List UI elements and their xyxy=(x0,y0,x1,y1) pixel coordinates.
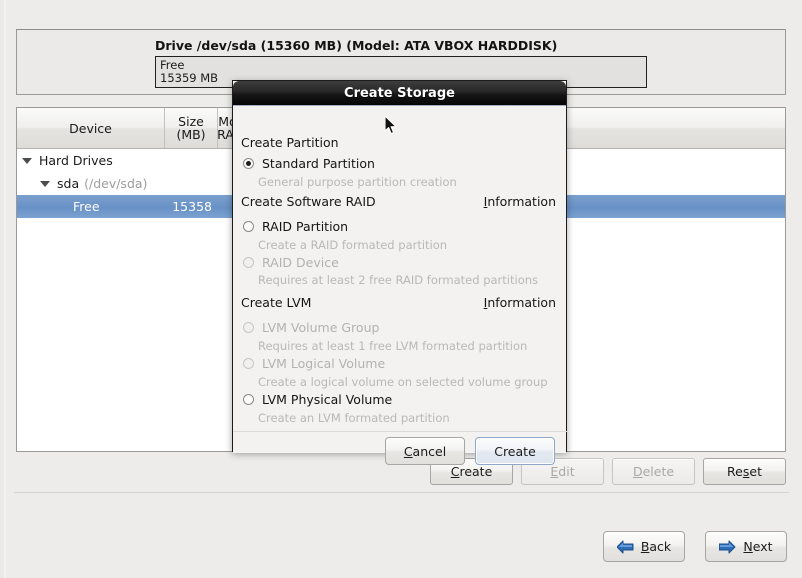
section-heading-create-partition: Create Partition xyxy=(241,135,339,150)
delete-mnemonic: D xyxy=(632,464,643,479)
radio-button-icon[interactable] xyxy=(243,221,254,232)
section-heading-create-raid: Create Software RAID xyxy=(241,194,376,209)
reset-mnemonic: s xyxy=(742,464,750,479)
radio-button-icon[interactable] xyxy=(243,158,254,169)
column-header-device[interactable]: Device xyxy=(17,108,165,148)
device-cell: Free xyxy=(17,199,165,214)
dialog-create-label: Create xyxy=(494,443,536,459)
option-description: Create a RAID formated partition xyxy=(258,238,448,252)
dialog-cancel-label: ancel xyxy=(412,443,447,459)
dialog-body: Create Partition Standard Partition Gene… xyxy=(233,106,568,465)
option-description: Requires at least 2 free RAID formated p… xyxy=(258,273,539,287)
radio-button-icon xyxy=(243,257,254,268)
drive-segment-size: 15359 MB xyxy=(160,71,219,85)
radio-button-icon xyxy=(243,358,254,369)
arrow-left-icon xyxy=(616,540,634,554)
radio-standard-partition[interactable]: Standard Partition xyxy=(243,156,375,171)
expander-triangle-icon[interactable] xyxy=(22,157,32,164)
drive-title: Drive /dev/sda (15360 MB) (Model: ATA VB… xyxy=(155,38,558,53)
device-label: Hard Drives xyxy=(39,153,113,168)
mouse-cursor xyxy=(384,115,398,136)
radio-label: RAID Device xyxy=(262,255,339,270)
drive-segment-label: Free xyxy=(160,58,185,72)
dialog-button-divider xyxy=(233,431,568,432)
delete-button-label: elete xyxy=(642,464,675,479)
radio-lvm-logical-volume: LVM Logical Volume xyxy=(243,356,385,371)
arrow-right-icon xyxy=(719,540,736,554)
radio-label: LVM Logical Volume xyxy=(262,356,386,371)
device-label: sda xyxy=(57,176,80,191)
reset-button[interactable]: Reset xyxy=(703,458,786,485)
radio-raid-device: RAID Device xyxy=(243,255,339,270)
device-cell: Hard Drives xyxy=(17,153,165,168)
create-button-label: reate xyxy=(459,464,493,479)
delete-button: Delete xyxy=(612,458,695,485)
radio-label: RAID Partition xyxy=(262,219,349,234)
expander-triangle-icon[interactable] xyxy=(40,180,50,187)
option-description: Create an LVM formated partition xyxy=(258,411,450,425)
cancel-mnemonic: C xyxy=(403,443,413,459)
window-left-edge-highlight xyxy=(4,0,6,578)
option-description: Requires at least 1 free LVM formated pa… xyxy=(258,339,528,353)
radio-label: LVM Volume Group xyxy=(262,320,380,335)
device-path: (/dev/sda) xyxy=(84,176,148,191)
section-heading-create-lvm: Create LVM xyxy=(241,295,312,310)
radio-button-icon xyxy=(243,322,254,333)
dialog-create-button[interactable]: Create xyxy=(475,437,555,465)
back-button[interactable]: Back xyxy=(603,531,685,562)
lvm-information-link[interactable]: Information xyxy=(484,295,556,310)
create-storage-dialog: Create Storage Create Partition Standard… xyxy=(232,80,568,465)
radio-lvm-physical-volume[interactable]: LVM Physical Volume xyxy=(243,392,392,407)
option-description: General purpose partition creation xyxy=(258,175,457,189)
device-label: Free xyxy=(73,199,100,214)
option-description: Create a logical volume on selected volu… xyxy=(258,375,548,389)
radio-button-icon[interactable] xyxy=(243,394,254,405)
size-cell: 15358 xyxy=(172,199,212,214)
edit-button-label: dit xyxy=(558,464,575,479)
next-button[interactable]: Next xyxy=(705,531,787,562)
radio-raid-partition[interactable]: RAID Partition xyxy=(243,219,348,234)
dialog-title: Create Storage xyxy=(344,85,455,101)
back-button-label: ack xyxy=(649,539,672,554)
dialog-cancel-button[interactable]: Cancel xyxy=(385,437,465,465)
next-button-label: ext xyxy=(752,539,773,554)
radio-label: LVM Physical Volume xyxy=(262,392,393,407)
device-cell: sda (/dev/sda) xyxy=(17,176,165,191)
radio-label: Standard Partition xyxy=(262,156,375,171)
next-mnemonic: N xyxy=(743,539,753,554)
dialog-titlebar: Create Storage xyxy=(233,81,566,106)
raid-information-link[interactable]: Information xyxy=(484,194,556,209)
radio-lvm-volume-group: LVM Volume Group xyxy=(243,320,379,335)
footer-divider xyxy=(14,492,789,493)
column-header-size[interactable]: Size (MB) xyxy=(165,108,218,148)
